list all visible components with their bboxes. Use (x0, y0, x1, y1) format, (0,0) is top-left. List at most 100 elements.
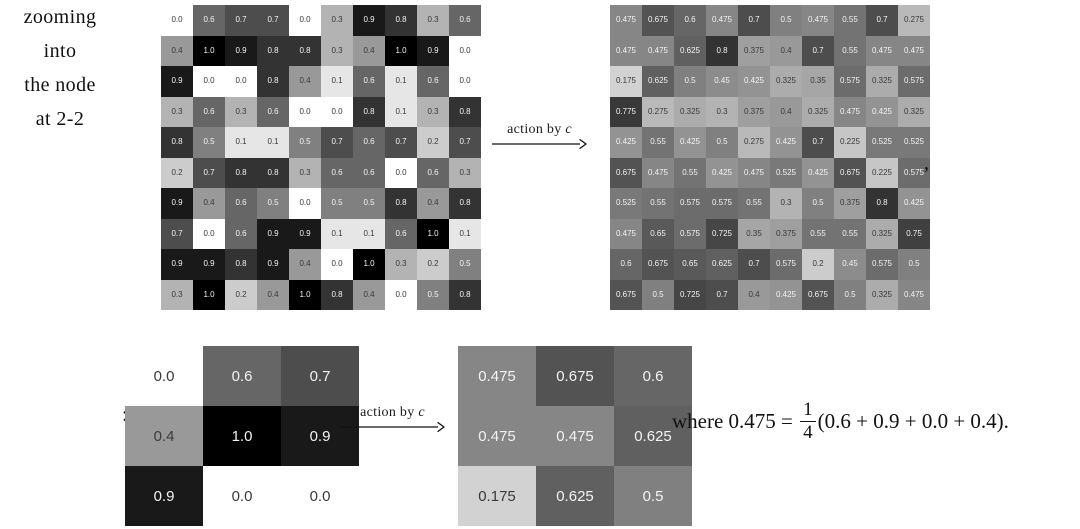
heatmap-cell: 0.475 (536, 406, 614, 466)
heatmap-cell: 0.8 (321, 279, 353, 310)
heatmap-cell: 0.4 (770, 96, 802, 127)
heatmap-cell: 0.425 (802, 157, 834, 188)
zoom-caption-line: the node (24, 74, 96, 96)
arrow-right-icon (492, 139, 587, 150)
heatmap-cell: 0.55 (738, 188, 770, 219)
heatmap-cell: 0.6 (449, 5, 481, 36)
heatmap-cell: 0.475 (610, 218, 642, 249)
formula-fraction: 1 4 (800, 400, 816, 443)
heatmap-cell: 0.8 (866, 188, 898, 219)
heatmap-cell: 0.6 (614, 346, 692, 406)
heatmap-cell: 0.0 (385, 157, 417, 188)
heatmap-cell: 0.0 (449, 35, 481, 66)
heatmap-cell: 1.0 (385, 35, 417, 66)
heatmap-cell: 0.9 (161, 66, 193, 97)
heatmap-cell: 0.1 (353, 218, 385, 249)
heatmap-cell: 0.0 (385, 279, 417, 310)
heatmap-cell: 0.5 (642, 279, 674, 310)
heatmap-cell: 0.5 (289, 127, 321, 158)
heatmap-cell: 0.575 (706, 188, 738, 219)
heatmap-cell: 0.525 (866, 127, 898, 158)
heatmap-cell: 0.675 (610, 157, 642, 188)
heatmap-cell: 0.625 (674, 35, 706, 66)
heatmap-cell: 0.0 (281, 466, 359, 526)
heatmap-cell: 0.675 (834, 157, 866, 188)
heatmap-cell: 0.575 (834, 66, 866, 97)
action-arrow-bottom-label: action by c (340, 405, 445, 421)
heatmap-cell: 0.5 (834, 279, 866, 310)
heatmap-cell: 0.55 (834, 5, 866, 36)
heatmap-cell: 0.5 (802, 188, 834, 219)
heatmap-cell: 0.725 (706, 218, 738, 249)
heatmap-cell: 0.35 (738, 218, 770, 249)
heatmap-cell: 0.8 (257, 35, 289, 66)
heatmap-cell: 0.325 (770, 66, 802, 97)
heatmap-cell: 0.325 (674, 96, 706, 127)
action-arrow-top-label: action by c (492, 122, 587, 138)
heatmap-cell: 0.175 (458, 466, 536, 526)
heatmap-cell: 0.475 (898, 35, 930, 66)
heatmap-grid-zoom-after: 0.475 0.675 0.6 0.475 0.475 0.625 0.175 0.625 0.… (458, 346, 692, 526)
heatmap-grid-before: 0.0 0.6 0.7 0.7 0.0 0.3 0.9 0.8 0.3 0.6 0.4 1.0 0.9 0… (161, 5, 481, 310)
heatmap-cell: 0.4 (353, 279, 385, 310)
heatmap-cell: 0.2 (161, 157, 193, 188)
heatmap-cell: 0.4 (257, 279, 289, 310)
heatmap-cell: 0.3 (289, 157, 321, 188)
heatmap-cell: 0.8 (225, 249, 257, 280)
heatmap-cell: 0.7 (706, 279, 738, 310)
heatmap-cell: 0.7 (257, 5, 289, 36)
formula-prefix: where 0.475 = (672, 409, 799, 434)
heatmap-cell: 0.7 (225, 5, 257, 36)
heatmap-cell: 0.55 (674, 157, 706, 188)
heatmap-cell: 0.3 (225, 96, 257, 127)
heatmap-cell: 0.3 (449, 157, 481, 188)
heatmap-cell: 0.3 (161, 96, 193, 127)
heatmap-cell: 0.425 (898, 188, 930, 219)
averaging-formula: where 0.475 = 1 4 (0.6 + 0.9 + 0.0 + 0.4… (672, 400, 1009, 443)
heatmap-cell: 0.7 (193, 157, 225, 188)
heatmap-cell: 0.6 (225, 218, 257, 249)
heatmap-cell: 0.6 (193, 96, 225, 127)
heatmap-cell: 0.5 (674, 66, 706, 97)
zoom-caption-line: zooming (23, 6, 97, 28)
heatmap-cell: 0.6 (321, 157, 353, 188)
heatmap-cell: 0.275 (898, 5, 930, 36)
heatmap-cell: 0.425 (770, 127, 802, 158)
heatmap-cell: 0.6 (674, 5, 706, 36)
heatmap-cell: 0.8 (449, 96, 481, 127)
heatmap-cell: 0.7 (161, 218, 193, 249)
heatmap-cell: 0.8 (225, 157, 257, 188)
heatmap-cell: 0.6 (353, 66, 385, 97)
heatmap-cell: 0.475 (610, 35, 642, 66)
heatmap-grid-zoom-before: 0.0 0.6 0.7 0.4 1.0 0.9 0.9 0.0 0.0 (125, 346, 359, 526)
heatmap-cell: 0.7 (281, 346, 359, 406)
formula-denominator: 4 (803, 422, 813, 444)
heatmap-cell: 0.9 (125, 466, 203, 526)
heatmap-cell: 1.0 (193, 279, 225, 310)
heatmap-cell: 0.0 (321, 249, 353, 280)
heatmap-cell: 0.55 (642, 188, 674, 219)
heatmap-cell: 0.9 (193, 249, 225, 280)
heatmap-cell: 0.425 (674, 127, 706, 158)
heatmap-cell: 0.2 (417, 249, 449, 280)
heatmap-cell: 0.325 (866, 66, 898, 97)
heatmap-cell: 0.6 (353, 157, 385, 188)
heatmap-cell: 0.7 (802, 35, 834, 66)
heatmap-cell: 0.75 (898, 218, 930, 249)
heatmap-cell: 0.8 (289, 35, 321, 66)
heatmap-cell: 0.8 (449, 279, 481, 310)
heatmap-cell: 0.6 (225, 188, 257, 219)
heatmap-cell: 1.0 (417, 218, 449, 249)
heatmap-cell: 0.3 (417, 5, 449, 36)
heatmap-cell: 0.8 (385, 188, 417, 219)
heatmap-cell: 0.5 (614, 466, 692, 526)
heatmap-cell: 0.5 (449, 249, 481, 280)
heatmap-cell: 0.5 (770, 5, 802, 36)
heatmap-cell: 0.8 (257, 66, 289, 97)
heatmap-cell: 0.8 (257, 157, 289, 188)
heatmap-cell: 0.0 (193, 66, 225, 97)
heatmap-cell: 0.325 (866, 218, 898, 249)
heatmap-cell: 0.9 (225, 35, 257, 66)
heatmap-cell: 0.225 (866, 157, 898, 188)
heatmap-cell: 0.4 (353, 35, 385, 66)
